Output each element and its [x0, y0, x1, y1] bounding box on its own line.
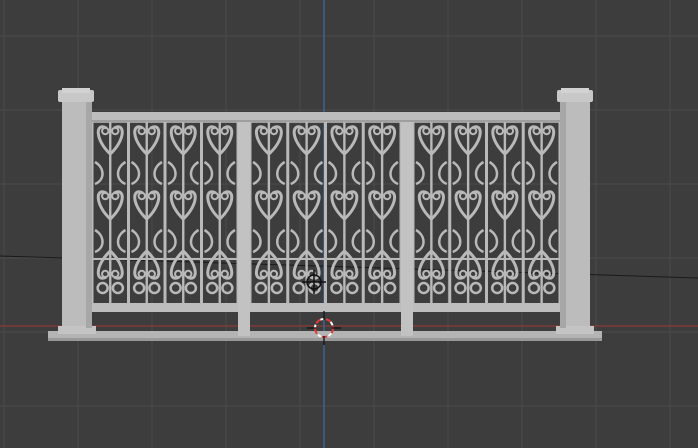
end-post-right [556, 88, 594, 334]
railing-bottom-rail [88, 303, 562, 312]
railing-model[interactable] [48, 88, 602, 341]
ornament-panel-2 [248, 122, 403, 304]
intermediate-post-left [238, 122, 250, 336]
3d-viewport[interactable] [0, 0, 698, 448]
ornament-panel-1 [90, 122, 240, 304]
railing-base-shadow [48, 338, 602, 341]
ornament-panels [90, 122, 562, 304]
intermediate-post-right [401, 122, 413, 336]
ornament-panel-3 [411, 122, 562, 304]
floor-grid [0, 0, 698, 448]
viewport-canvas[interactable] [0, 0, 698, 448]
end-post-left [58, 88, 96, 334]
